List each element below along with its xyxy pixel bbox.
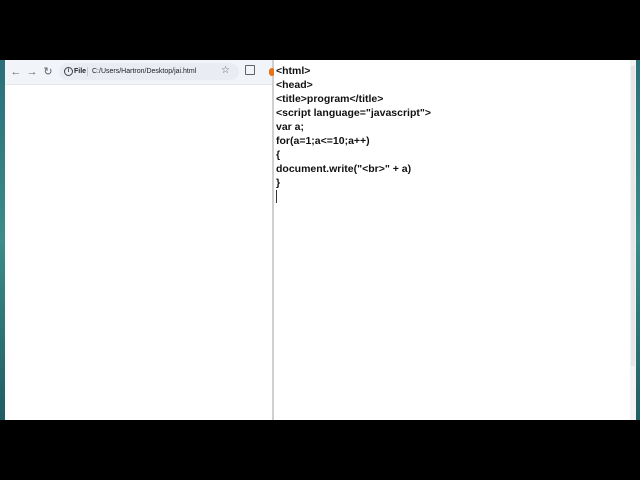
address-separator <box>87 67 88 76</box>
code-line: document.write("<br>" + a) <box>276 163 412 175</box>
code-line: var a; <box>276 121 305 133</box>
code-line: { <box>276 149 281 161</box>
address-bar[interactable]: i File C:/Users/Hartron/Desktop/jai.html… <box>59 63 239 80</box>
code-line: for(a=1;a<=10;a++) <box>276 135 370 147</box>
text-editor-window[interactable]: <html> <head> <title>program</title> <sc… <box>274 60 636 420</box>
info-icon[interactable]: i <box>64 67 73 76</box>
code-area[interactable]: <html> <head> <title>program</title> <sc… <box>276 64 626 190</box>
url-text[interactable]: C:/Users/Hartron/Desktop/jai.html <box>92 66 196 77</box>
text-caret <box>276 190 277 203</box>
code-line: <head> <box>276 79 313 91</box>
reload-icon[interactable]: ↻ <box>40 64 56 80</box>
back-arrow-icon[interactable]: ← <box>8 64 24 80</box>
code-line: } <box>276 177 281 189</box>
scrollbar-thumb[interactable] <box>631 66 635 366</box>
page-content <box>5 85 272 420</box>
desktop-wallpaper-right <box>636 60 640 420</box>
browser-window: ← → ↻ i File C:/Users/Hartron/Desktop/ja… <box>5 60 272 420</box>
forward-arrow-icon[interactable]: → <box>24 64 40 80</box>
browser-toolbar: ← → ↻ i File C:/Users/Hartron/Desktop/ja… <box>5 60 272 85</box>
code-line: <script language="javascript"> <box>276 107 431 119</box>
file-label: File <box>74 68 87 75</box>
vertical-scrollbar[interactable] <box>630 60 636 420</box>
star-icon[interactable]: ☆ <box>221 65 230 77</box>
code-line: <html> <box>276 65 311 77</box>
extensions-icon[interactable] <box>245 65 255 75</box>
code-line: <title>program</title> <box>276 93 384 105</box>
